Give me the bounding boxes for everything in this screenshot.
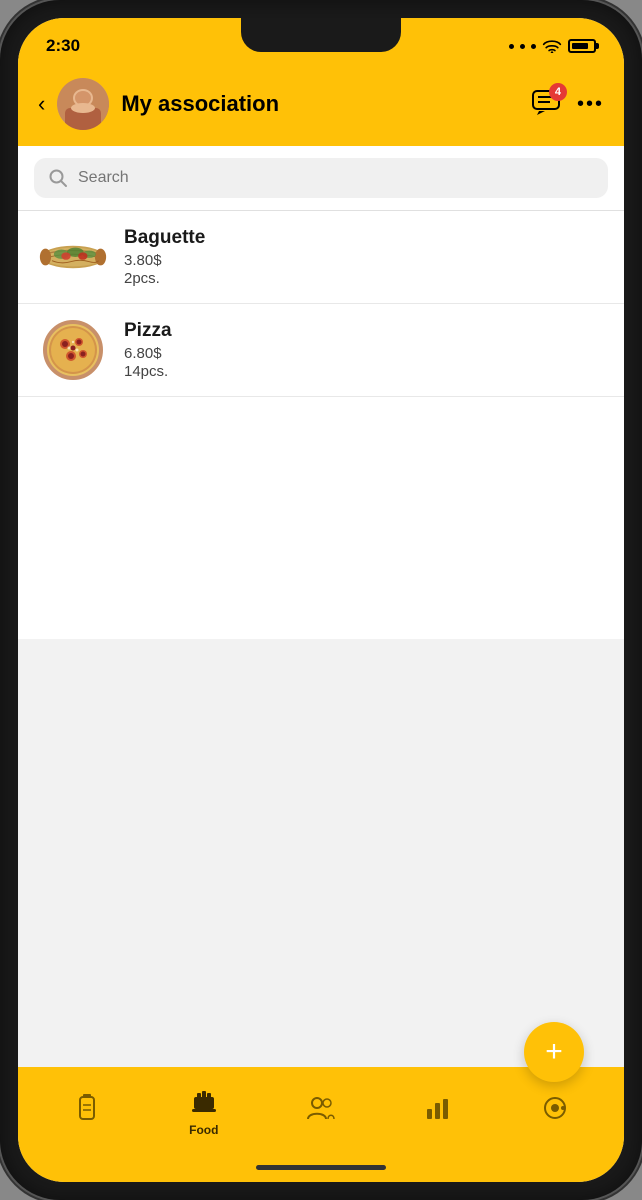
- avatar-image: [57, 78, 109, 130]
- status-icons: [509, 39, 596, 53]
- settings-icon: [541, 1094, 569, 1129]
- signal-dot-1: [509, 44, 514, 49]
- baguette-illustration: [38, 237, 108, 277]
- nav-item-drinks[interactable]: [28, 1093, 145, 1130]
- item-qty: 2pcs.: [124, 270, 604, 287]
- item-price: 3.80$: [124, 252, 604, 269]
- item-info-pizza: Pizza 6.80$ 14pcs.: [124, 320, 604, 380]
- empty-space: [18, 639, 624, 1067]
- item-qty: 14pcs.: [124, 363, 604, 380]
- more-button[interactable]: •••: [577, 93, 604, 116]
- search-icon: [48, 168, 68, 188]
- item-info-baguette: Baguette 3.80$ 2pcs.: [124, 227, 604, 287]
- battery-icon: [568, 39, 596, 53]
- items-list: Baguette 3.80$ 2pcs.: [18, 211, 624, 639]
- home-indicator: [18, 1152, 624, 1182]
- food-nav-label: Food: [189, 1123, 218, 1137]
- signal-dot-2: [520, 44, 525, 49]
- stats-icon: [425, 1095, 451, 1128]
- app-header: ‹ My association: [18, 68, 624, 146]
- search-bar: [34, 158, 608, 198]
- item-name: Baguette: [124, 227, 604, 249]
- list-item[interactable]: Baguette 3.80$ 2pcs.: [18, 211, 624, 304]
- people-icon: [306, 1095, 336, 1128]
- avatar: [57, 78, 109, 130]
- phone-frame: 2:30 ‹: [0, 0, 642, 1200]
- nav-item-people[interactable]: [262, 1095, 379, 1128]
- item-price: 6.80$: [124, 345, 604, 362]
- nav-item-food[interactable]: Food: [145, 1087, 262, 1137]
- phone-screen: 2:30 ‹: [18, 18, 624, 1182]
- search-container: [18, 146, 624, 211]
- back-button[interactable]: ‹: [38, 91, 45, 117]
- pizza-illustration: [43, 320, 103, 380]
- drinks-icon: [74, 1093, 100, 1130]
- wifi-icon: [542, 39, 562, 53]
- nav-item-settings[interactable]: [497, 1094, 614, 1129]
- food-icon: [190, 1087, 218, 1120]
- add-button[interactable]: +: [524, 1022, 584, 1082]
- notification-button[interactable]: 4: [531, 89, 561, 120]
- page-title: My association: [121, 91, 519, 117]
- item-name: Pizza: [124, 320, 604, 342]
- status-time: 2:30: [46, 36, 80, 56]
- header-actions: 4 •••: [531, 89, 604, 120]
- notification-badge: 4: [549, 83, 567, 101]
- item-image-baguette: [38, 230, 108, 285]
- signal-dot-3: [531, 44, 536, 49]
- search-input[interactable]: [78, 169, 594, 187]
- nav-item-stats[interactable]: [380, 1095, 497, 1128]
- bottom-nav: Food: [18, 1067, 624, 1152]
- home-bar: [256, 1165, 386, 1170]
- notch: [241, 18, 401, 52]
- item-image-pizza: [38, 323, 108, 378]
- list-item[interactable]: Pizza 6.80$ 14pcs.: [18, 304, 624, 397]
